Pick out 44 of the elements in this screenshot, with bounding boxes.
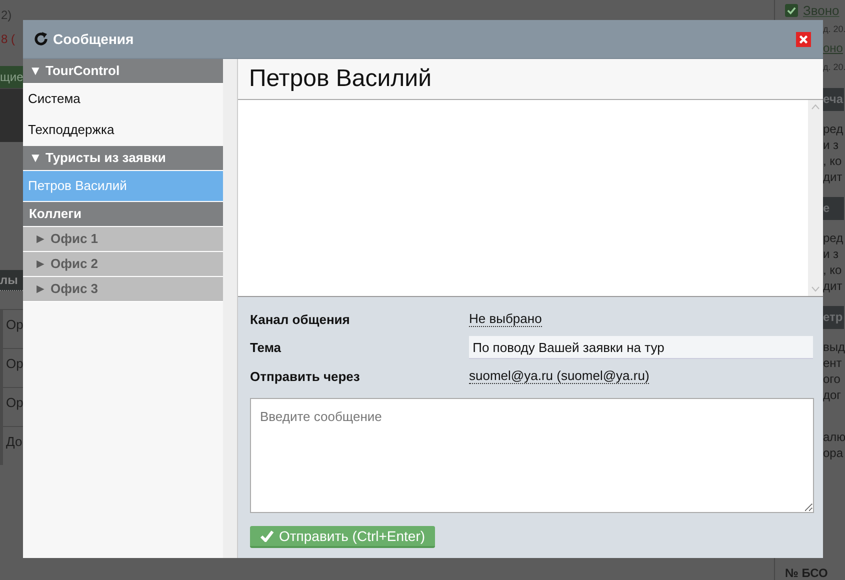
check-icon	[260, 530, 274, 542]
background-text: , ко	[823, 153, 843, 169]
subject-field[interactable]: По поводу Вашей заявки на тур	[468, 336, 813, 360]
dialog-title: Сообщения	[53, 31, 135, 47]
group-header[interactable]: ▼ TourControl	[23, 59, 223, 84]
background-header: етр	[823, 306, 844, 329]
background-text: дит	[823, 278, 844, 294]
contact-item[interactable]: Петров Василий	[23, 171, 223, 202]
send-button[interactable]: Отправить (Ctrl+Enter)	[250, 526, 436, 548]
checkbox[interactable]	[785, 4, 798, 16]
background-text: ред	[823, 230, 844, 246]
group-header[interactable]: Коллеги	[23, 202, 223, 227]
field-label: Отправить через	[250, 368, 361, 384]
subgroup-item[interactable]: ► Офис 3	[23, 277, 223, 302]
background-text: дог	[823, 387, 842, 403]
message-field[interactable]: Введите сообщение	[250, 398, 814, 514]
background-text: выд	[823, 339, 844, 355]
caret-up-icon[interactable]	[811, 104, 820, 110]
background-text: ого	[823, 371, 842, 387]
background-text: ент	[823, 355, 843, 371]
field-link[interactable]: suomel@ya.ru (suomel@ya.ru)	[469, 368, 650, 384]
background-text: ора	[823, 445, 844, 461]
field-link[interactable]: Не выбрано	[469, 311, 542, 328]
field-label: Тема	[250, 340, 282, 356]
background-text: , ко	[823, 262, 843, 278]
background-header: е	[823, 197, 844, 220]
caret-down-icon[interactable]	[811, 286, 820, 292]
close-button[interactable]	[796, 32, 811, 46]
background-header: еча	[823, 88, 844, 111]
background-text: № БСО	[785, 566, 828, 580]
field-label: Канал общения	[250, 312, 351, 327]
background-text: алю	[823, 429, 844, 445]
background-text: и з	[823, 137, 840, 153]
scrollbar[interactable]	[808, 100, 823, 296]
group-header[interactable]: ▼ Туристы из заявки	[23, 146, 223, 171]
subgroup-item[interactable]: ► Офис 2	[23, 252, 223, 277]
scrollbar[interactable]	[223, 59, 238, 558]
subgroup-item[interactable]: ► Офис 1	[23, 227, 223, 252]
background-text: и з	[823, 246, 840, 262]
close-icon	[798, 34, 809, 44]
background-text: ред	[823, 121, 844, 137]
refresh-icon	[33, 31, 49, 47]
background-count: 8 (	[0, 31, 16, 48]
background-text: дит	[823, 169, 844, 185]
